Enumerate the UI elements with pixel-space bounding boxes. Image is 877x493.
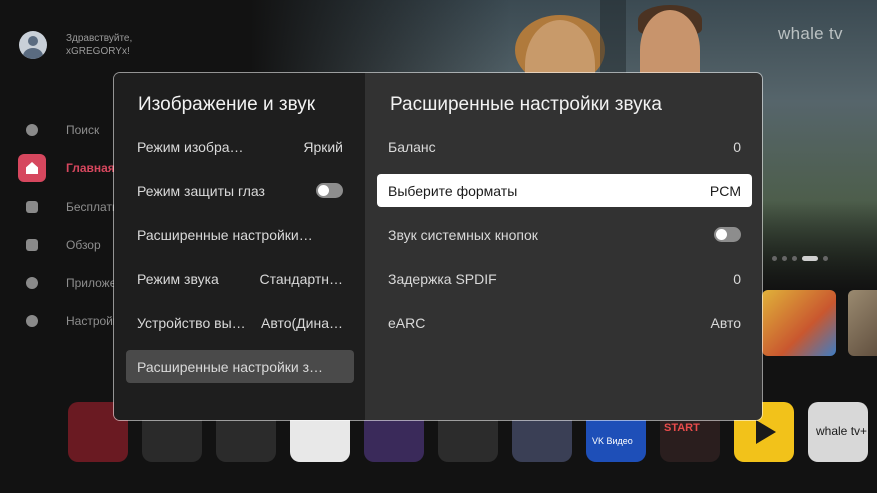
setting-label: Выберите форматы xyxy=(388,182,518,199)
setting-eye-protection[interactable]: Режим защиты глаз xyxy=(126,174,354,207)
right-settings-list: Баланс 0 Выберите форматы PCM Звук систе… xyxy=(377,130,752,350)
pager-dot xyxy=(823,256,828,261)
search-icon xyxy=(18,116,46,144)
sidebar-item-explore[interactable]: Обзор xyxy=(18,231,101,259)
right-pane-title: Расширенные настройки звука xyxy=(390,94,662,115)
setting-output-device[interactable]: Устройство вы… Авто(Дина… xyxy=(126,306,354,339)
content-thumbnail[interactable] xyxy=(848,290,877,356)
home-icon xyxy=(18,154,46,182)
setting-label: Задержка SPDIF xyxy=(388,270,497,287)
left-settings-list: Режим изобра… Яркий Режим защиты глаз Ра… xyxy=(126,130,354,394)
user-name: xGREGORYx! xyxy=(66,46,130,57)
setting-label: Звук системных кнопок xyxy=(388,226,538,243)
sidebar-item-free[interactable]: Бесплатно xyxy=(18,193,125,221)
pager-dot xyxy=(782,256,787,261)
setting-value: Авто xyxy=(710,314,741,331)
left-pane-title: Изображение и звук xyxy=(138,94,316,115)
eye-protection-toggle[interactable] xyxy=(316,183,343,198)
sidebar-item-label: Поиск xyxy=(66,123,100,137)
play-icon xyxy=(756,420,776,444)
setting-value: Авто(Дина… xyxy=(261,314,343,331)
pager-dot-active xyxy=(802,256,818,261)
brand-logo: whale tv xyxy=(778,24,843,43)
app-tile-label: START xyxy=(664,422,700,434)
app-tile-whale-tv-plus[interactable]: whale tv+ xyxy=(808,402,868,462)
avatar[interactable] xyxy=(19,31,47,59)
greeting-text: Здравствуйте, xyxy=(66,33,133,44)
setting-value: 0 xyxy=(733,270,741,287)
setting-label: Режим изобра… xyxy=(137,138,244,155)
setting-value: PCM xyxy=(709,182,741,199)
sidebar-item-home[interactable]: Главная xyxy=(18,154,115,182)
app-tile-label: whale tv+ xyxy=(816,424,868,438)
setting-label: Расширенные настройки з… xyxy=(137,358,324,375)
gear-icon xyxy=(18,307,46,335)
greeting: Здравствуйте, xGREGORYx! xyxy=(66,32,132,58)
setting-value: Стандартн… xyxy=(259,270,343,287)
settings-dialog: Изображение и звук Режим изобра… Яркий Р… xyxy=(114,73,762,420)
setting-label: eARC xyxy=(388,314,426,331)
settings-right-pane: Расширенные настройки звука Баланс 0 Выб… xyxy=(365,73,762,420)
apps-icon xyxy=(18,269,46,297)
sidebar-item-label: Обзор xyxy=(66,238,101,252)
setting-spdif-delay[interactable]: Задержка SPDIF 0 xyxy=(377,262,752,295)
settings-left-pane: Изображение и звук Режим изобра… Яркий Р… xyxy=(114,73,365,420)
setting-advanced-picture[interactable]: Расширенные настройки… xyxy=(126,218,354,251)
system-button-sound-toggle[interactable] xyxy=(714,227,741,242)
setting-label: Устройство вы… xyxy=(137,314,246,331)
setting-picture-mode[interactable]: Режим изобра… Яркий xyxy=(126,130,354,163)
setting-value: 0 xyxy=(733,138,741,155)
setting-advanced-sound[interactable]: Расширенные настройки з… xyxy=(126,350,354,383)
setting-sound-mode[interactable]: Режим звука Стандартн… xyxy=(126,262,354,295)
tv-icon xyxy=(18,193,46,221)
setting-value: Яркий xyxy=(303,138,343,155)
explore-icon xyxy=(18,231,46,259)
pager-dot xyxy=(772,256,777,261)
setting-balance[interactable]: Баланс 0 xyxy=(377,130,752,163)
sidebar-item-search[interactable]: Поиск xyxy=(18,116,99,144)
setting-label: Режим звука xyxy=(137,270,219,287)
setting-label: Баланс xyxy=(388,138,436,155)
content-thumbnail[interactable] xyxy=(762,290,836,356)
carousel-pager xyxy=(772,256,828,261)
sidebar-item-label: Главная xyxy=(66,161,115,175)
app-tile-label: VK Видео xyxy=(592,436,633,446)
setting-system-button-sound[interactable]: Звук системных кнопок xyxy=(377,218,752,251)
sidebar-item-settings[interactable]: Настройки xyxy=(18,307,125,335)
pager-dot xyxy=(792,256,797,261)
setting-label: Режим защиты глаз xyxy=(137,182,265,199)
setting-label: Расширенные настройки… xyxy=(137,226,313,243)
setting-select-formats[interactable]: Выберите форматы PCM xyxy=(377,174,752,207)
setting-earc[interactable]: eARC Авто xyxy=(377,306,752,339)
